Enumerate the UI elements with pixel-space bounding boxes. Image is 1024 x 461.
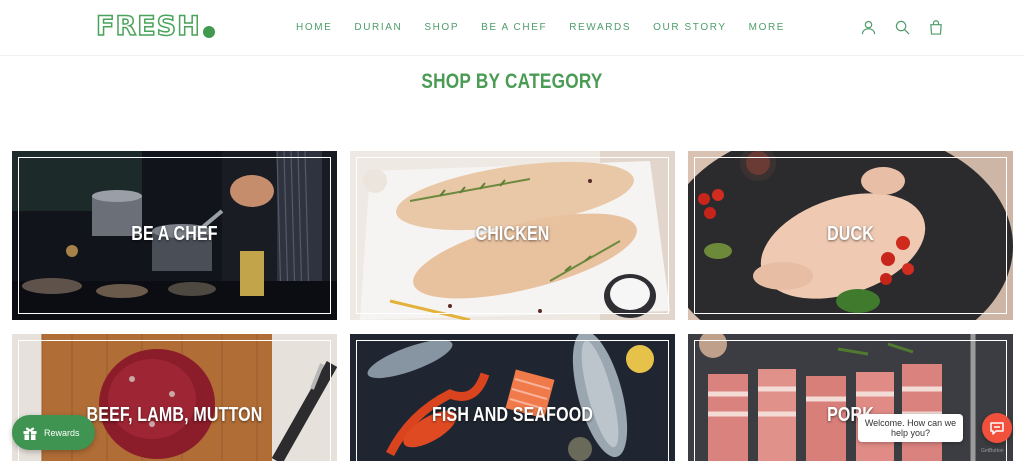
chat-icon [990,422,1004,435]
category-tile-duck[interactable]: DUCK [688,151,1013,320]
rewards-button[interactable]: Rewards [12,415,95,450]
gift-icon [23,427,37,440]
account-icon[interactable] [860,18,876,36]
nav-item-shop[interactable]: SHOP [424,21,459,35]
category-tile-chicken[interactable]: CHICKEN [350,151,675,320]
nav-item-our-story[interactable]: OUR STORY [653,21,727,35]
section-title: SHOP BY CATEGORY [421,70,603,93]
nav-item-home[interactable]: HOME [296,21,332,35]
nav-item-rewards[interactable]: REWARDS [569,21,631,35]
main-nav: HOME DURIAN SHOP BE A CHEF REWARDS OUR S… [296,21,807,35]
logo-dot [202,26,215,38]
category-tile-fish-and-seafood[interactable]: FISH AND SEAFOOD [350,334,675,461]
tile-frame [694,340,1007,461]
rewards-label: Rewards [44,427,80,438]
category-label: FISH AND SEAFOOD [431,404,594,426]
nav-item-be-a-chef[interactable]: BE A CHEF [481,21,547,35]
chat-welcome-bubble[interactable]: Welcome. How can we help you? [858,414,963,442]
site-header: FRESH HOME DURIAN SHOP BE A CHEF REWARDS… [0,0,1024,56]
header-icons [860,18,944,36]
category-tile-be-a-chef[interactable]: BE A CHEF [12,151,337,320]
powered-by-label: GetButton [981,448,1004,454]
cart-icon[interactable] [928,18,944,36]
logo-text: FRESH [95,11,201,43]
chat-welcome-line-2: help you? [890,428,931,438]
chat-button[interactable] [982,413,1012,443]
chat-welcome-line-1: Welcome. How can we [864,418,957,428]
tile-frame [356,340,669,461]
search-icon[interactable] [894,18,910,36]
nav-item-more[interactable]: MORE [749,21,785,35]
logo[interactable]: FRESH [95,11,215,43]
category-tile-pork[interactable]: PORK [688,334,1013,461]
nav-item-durian[interactable]: DURIAN [354,21,402,35]
category-label: CHICKEN [475,223,550,245]
category-label: BE A CHEF [131,223,218,245]
category-label: DUCK [827,223,874,245]
